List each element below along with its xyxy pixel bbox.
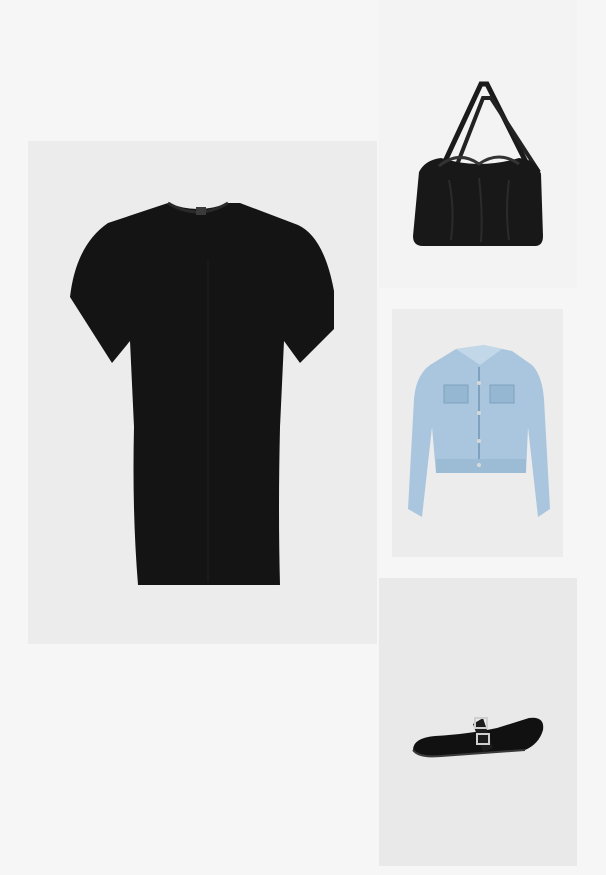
jacket-button bbox=[477, 381, 481, 385]
jacket-button bbox=[477, 411, 481, 415]
bag-image bbox=[413, 81, 543, 246]
shoe-image bbox=[412, 717, 544, 758]
dress-body bbox=[70, 203, 334, 585]
dress-label bbox=[196, 207, 206, 215]
shoe-product-tile[interactable] bbox=[379, 578, 577, 866]
bag-product-tile[interactable] bbox=[379, 0, 577, 288]
jacket-product-tile[interactable] bbox=[392, 309, 563, 557]
jacket-waistband bbox=[436, 459, 526, 473]
jacket-button bbox=[477, 439, 481, 443]
jacket-pocket-right bbox=[489, 384, 515, 404]
dress-image bbox=[70, 201, 334, 585]
jacket-image bbox=[408, 345, 550, 517]
bag-body bbox=[413, 158, 543, 246]
jacket-pocket-left bbox=[443, 384, 469, 404]
jacket-button bbox=[477, 463, 481, 467]
dress-product-tile[interactable] bbox=[28, 141, 377, 644]
